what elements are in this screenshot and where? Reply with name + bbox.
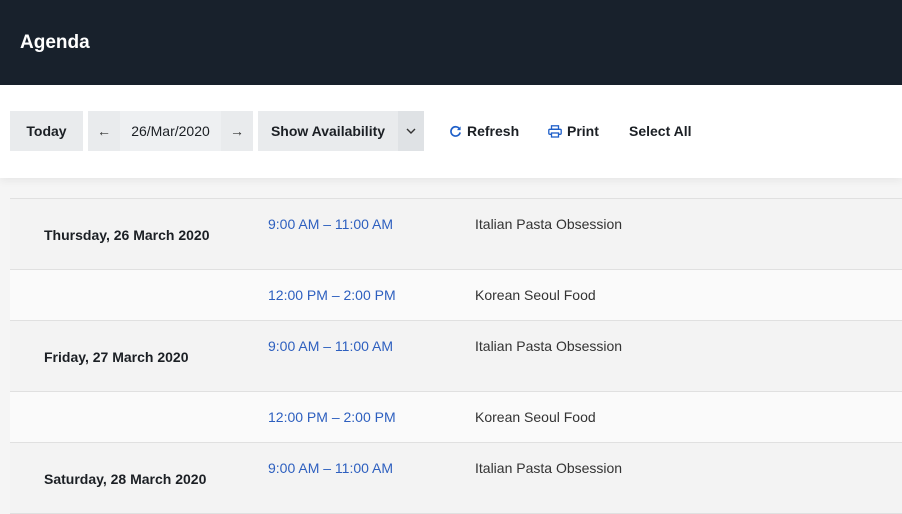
- agenda-row[interactable]: 12:00 PM – 2:00 PM Korean Seoul Food: [10, 270, 902, 321]
- refresh-button[interactable]: Refresh: [449, 111, 519, 151]
- today-button[interactable]: Today: [10, 111, 83, 151]
- event-time[interactable]: 9:00 AM – 11:00 AM: [268, 338, 393, 354]
- show-availability-button[interactable]: Show Availability: [258, 111, 398, 151]
- printer-icon: [548, 124, 562, 138]
- arrow-left-icon: ←: [97, 123, 111, 139]
- event-title[interactable]: Korean Seoul Food: [475, 409, 596, 425]
- select-all-button[interactable]: Select All: [629, 111, 692, 151]
- refresh-label: Refresh: [467, 123, 520, 139]
- next-date-button[interactable]: →: [221, 111, 253, 151]
- app-header: Agenda: [0, 0, 902, 85]
- agenda-date: Thursday, 26 March 2020: [44, 227, 210, 243]
- show-availability-dropdown[interactable]: [398, 111, 424, 151]
- print-button[interactable]: Print: [548, 111, 599, 151]
- agenda-row[interactable]: Saturday, 28 March 2020 9:00 AM – 11:00 …: [10, 443, 902, 514]
- previous-date-button[interactable]: ←: [88, 111, 120, 151]
- agenda-row[interactable]: Thursday, 26 March 2020 9:00 AM – 11:00 …: [10, 199, 902, 270]
- event-title[interactable]: Italian Pasta Obsession: [475, 338, 622, 354]
- event-title[interactable]: Italian Pasta Obsession: [475, 216, 622, 232]
- agenda-date: Friday, 27 March 2020: [44, 349, 189, 365]
- event-time[interactable]: 12:00 PM – 2:00 PM: [268, 409, 396, 425]
- agenda-row[interactable]: 12:00 PM – 2:00 PM Korean Seoul Food: [10, 392, 902, 443]
- current-date-label[interactable]: 26/Mar/2020: [120, 111, 221, 151]
- print-label: Print: [567, 123, 599, 139]
- event-time[interactable]: 9:00 AM – 11:00 AM: [268, 460, 393, 476]
- arrow-right-icon: →: [230, 123, 244, 139]
- event-title[interactable]: Italian Pasta Obsession: [475, 460, 622, 476]
- event-title[interactable]: Korean Seoul Food: [475, 287, 596, 303]
- agenda-toolbar: Today ← 26/Mar/2020 → Show Availability …: [0, 85, 902, 178]
- refresh-icon: [450, 125, 461, 137]
- agenda-date: Saturday, 28 March 2020: [44, 471, 207, 487]
- chevron-down-icon: [406, 128, 416, 134]
- event-time[interactable]: 9:00 AM – 11:00 AM: [268, 216, 393, 232]
- event-time[interactable]: 12:00 PM – 2:00 PM: [268, 287, 396, 303]
- agenda-row[interactable]: Friday, 27 March 2020 9:00 AM – 11:00 AM…: [10, 321, 902, 392]
- page-title: Agenda: [20, 31, 90, 53]
- agenda-list: Thursday, 26 March 2020 9:00 AM – 11:00 …: [10, 198, 902, 514]
